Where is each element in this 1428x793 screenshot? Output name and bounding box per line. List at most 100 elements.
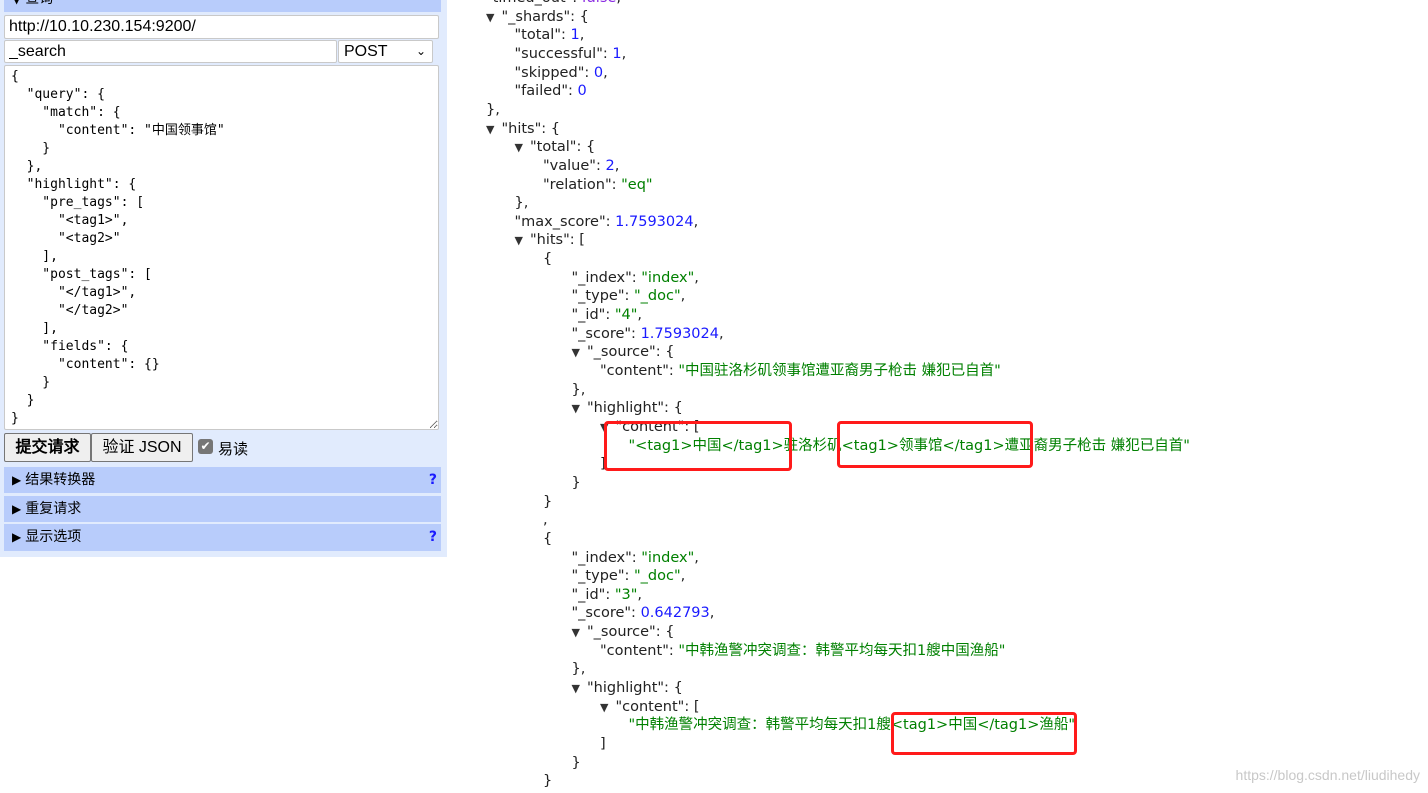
json-punct: ,	[543, 512, 548, 529]
json-punct: ,	[709, 605, 715, 622]
json-punct: ]	[600, 736, 606, 752]
json-line: ,	[543, 511, 548, 529]
annotation-box	[604, 421, 792, 471]
json-line[interactable]: ▼ "total": {	[515, 138, 596, 157]
json-result-viewer: "timed_out": false,▼"_shards": {"total":…	[0, 0, 1428, 793]
json-value: "index"	[641, 269, 695, 286]
json-key: highlight	[593, 680, 658, 697]
json-line: "_index": "index",	[571, 269, 699, 286]
json-punct: }	[543, 493, 553, 510]
json-punct: ,	[579, 27, 585, 44]
json-line: "_id": "4",	[571, 307, 643, 324]
json-line: "relation": "eq"	[543, 176, 653, 193]
json-value: 0	[577, 83, 587, 100]
json-value: "_doc"	[634, 288, 681, 305]
collapse-toggle-icon[interactable]: ▼	[515, 234, 523, 247]
collapse-toggle-icon[interactable]: ▼	[600, 701, 608, 714]
json-punct: }	[571, 474, 581, 491]
collapse-toggle-icon[interactable]: ▼	[572, 626, 580, 639]
json-key: _source	[593, 624, 650, 641]
json-punct: ,	[680, 288, 686, 305]
json-key: _id	[578, 307, 599, 324]
json-key: total	[536, 139, 570, 156]
json-key: value	[549, 157, 590, 174]
json-line: {	[543, 250, 552, 268]
json-key: _type	[578, 568, 618, 585]
json-value: "中国驻洛杉矶领事馆遭亚裔男子枪击 嫌犯已自首"	[678, 363, 1001, 379]
json-line[interactable]: ▼ "highlight": {	[572, 399, 683, 418]
json-value: "index"	[641, 549, 695, 566]
json-line: },	[515, 194, 529, 212]
json-line[interactable]: ▼ "_source": {	[572, 623, 675, 642]
json-line[interactable]: ▼ "content": [	[600, 698, 700, 717]
json-punct: ,	[614, 157, 620, 174]
json-key: timed_out	[493, 0, 566, 6]
json-key: _score	[578, 325, 625, 342]
json-punct: },	[571, 661, 586, 678]
json-key: _id	[578, 586, 599, 603]
json-key: content	[606, 642, 663, 659]
json-punct: ,	[621, 45, 627, 62]
collapse-toggle-icon[interactable]: ▼	[515, 141, 523, 154]
json-punct: ,	[616, 0, 621, 6]
json-line: "_score": 0.642793,	[571, 605, 715, 622]
json-line: "max_score": 1.7593024,	[514, 213, 699, 230]
json-value: {	[665, 624, 675, 641]
json-line[interactable]: ▼ "hits": {	[486, 120, 560, 139]
json-value: {	[665, 344, 675, 361]
json-line: },	[486, 101, 500, 119]
json-line[interactable]: ▼ "hits": [	[515, 231, 585, 250]
json-punct: ,	[603, 64, 608, 81]
json-line: }	[543, 493, 552, 511]
json-line: }	[572, 474, 581, 492]
json-key: successful	[521, 45, 597, 62]
json-key: max_score	[521, 213, 599, 230]
json-key: hits	[508, 120, 535, 137]
json-value: "中韩渔警冲突调查：韩警平均每天扣1艘中国渔船"	[678, 642, 1006, 659]
collapse-toggle-icon[interactable]: ▼	[486, 123, 494, 136]
json-key: _source	[593, 344, 650, 361]
collapse-toggle-icon[interactable]: ▼	[486, 11, 494, 24]
json-punct: ,	[693, 213, 699, 230]
json-value: 0	[593, 64, 604, 81]
json-line[interactable]: ▼ "highlight": {	[572, 679, 683, 698]
json-line: ]	[600, 735, 606, 753]
json-value: "4"	[614, 307, 638, 324]
json-key: skipped	[521, 64, 578, 81]
annotation-box	[891, 712, 1077, 755]
json-key: hits	[536, 232, 564, 249]
json-line: "total": 1,	[514, 27, 585, 44]
json-value: [	[579, 232, 585, 249]
json-value: {	[550, 120, 561, 137]
json-punct: ,	[718, 325, 724, 342]
json-key: failed	[521, 83, 562, 100]
json-line[interactable]: ▼ "_source": {	[572, 343, 675, 362]
json-line: "_index": "index",	[571, 549, 699, 566]
json-line: "failed": 0	[514, 83, 587, 100]
json-value: 1.7593024	[640, 325, 719, 342]
annotation-box	[837, 421, 1033, 468]
json-line: }	[543, 772, 552, 790]
json-punct: ,	[694, 549, 699, 566]
json-punct: {	[543, 530, 553, 547]
json-punct: {	[543, 251, 553, 268]
json-punct: },	[514, 195, 529, 212]
json-value: "eq"	[621, 176, 653, 193]
json-line: "_id": "3",	[571, 586, 643, 603]
collapse-toggle-icon[interactable]: ▼	[572, 346, 580, 359]
json-punct: },	[571, 381, 586, 398]
collapse-toggle-icon[interactable]: ▼	[572, 402, 580, 415]
json-punct: ,	[680, 568, 686, 585]
json-line: "content": "中国驻洛杉矶领事馆遭亚裔男子枪击 嫌犯已自首"	[600, 363, 1001, 379]
json-line: "_score": 1.7593024,	[571, 325, 724, 342]
json-key: content	[622, 698, 678, 715]
json-key: _index	[578, 269, 626, 286]
json-key: _score	[578, 605, 625, 622]
collapse-toggle-icon[interactable]: ▼	[572, 682, 580, 695]
json-key: relation	[549, 176, 605, 193]
json-key: _shards	[508, 8, 564, 25]
json-key: total	[521, 27, 555, 44]
json-line: {	[543, 530, 552, 548]
json-punct: }	[571, 754, 581, 771]
json-line[interactable]: ▼ "_shards": {	[486, 8, 589, 27]
